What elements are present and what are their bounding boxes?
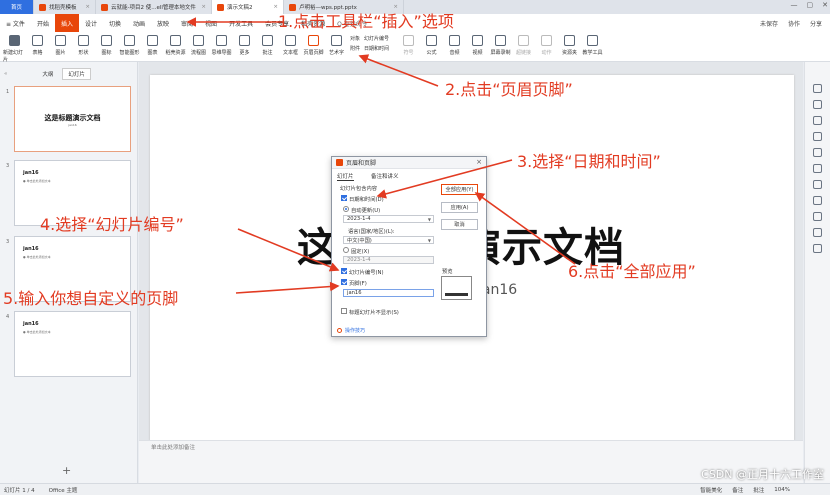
arrow-2 [358, 54, 439, 87]
watermark: CSDN @正月十六工作室 [701, 468, 824, 481]
annotation-arrows [186, 17, 576, 294]
arrow-6 [474, 192, 576, 265]
arrow-5 [235, 281, 340, 294]
arrow-3 [376, 159, 513, 199]
arrow-4 [237, 228, 340, 272]
annotation-step-1: 1.点击工具栏“插入”选项 [278, 12, 454, 31]
annotation-step-6: 6.点击“全部应用” [568, 262, 696, 281]
annotation-step-3: 3.选择“日期和时间” [517, 152, 661, 171]
annotation-step-2: 2.点击“页眉页脚” [445, 80, 573, 99]
annotation-step-5: 5.输入你想自定义的页脚 [3, 289, 179, 308]
annotation-step-4: 4.选择“幻灯片编号” [40, 215, 184, 234]
